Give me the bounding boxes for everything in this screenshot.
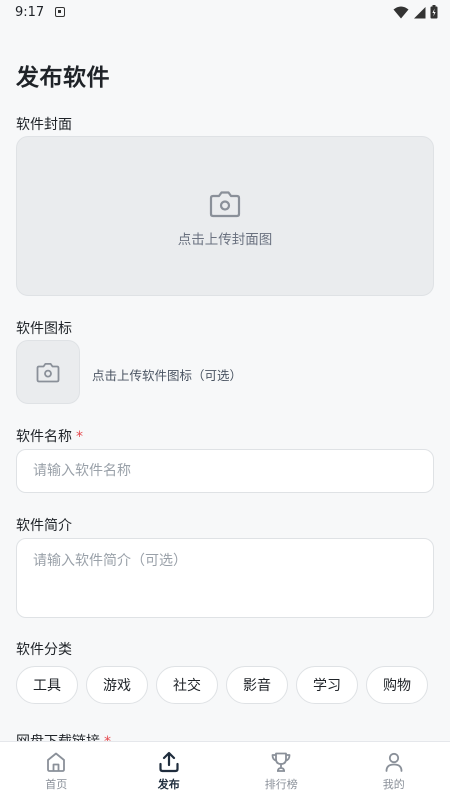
wifi-icon: [393, 6, 409, 18]
trophy-icon: [271, 752, 291, 772]
icon-upload-hint: 点击上传软件图标（可选）: [92, 368, 243, 383]
name-label-text: 软件名称: [16, 429, 72, 445]
category-chips: 工具 游戏 社交 影音 学习 购物: [16, 666, 428, 704]
category-chip-shopping[interactable]: 购物: [366, 666, 428, 704]
nav-label-publish: 发布: [157, 778, 180, 791]
status-icons: [393, 5, 438, 19]
nav-item-profile[interactable]: 我的: [338, 742, 450, 801]
nav-item-home[interactable]: 首页: [0, 742, 113, 801]
camera-icon: [36, 362, 60, 382]
intro-textarea[interactable]: 请输入软件简介（可选）: [16, 538, 434, 618]
status-time: 9:17: [15, 5, 45, 20]
nav-label-home: 首页: [45, 778, 68, 791]
bottom-nav: 首页 发布 排行榜 我的: [0, 741, 450, 801]
signal-icon: [414, 6, 426, 18]
icon-label: 软件图标: [16, 321, 72, 337]
name-input-placeholder: 请输入软件名称: [33, 463, 131, 479]
category-chip-games[interactable]: 游戏: [86, 666, 148, 704]
name-label: 软件名称 *: [16, 426, 83, 446]
category-chip-social[interactable]: 社交: [156, 666, 218, 704]
notification-icon: [55, 7, 65, 17]
status-bar: 9:17: [0, 0, 450, 26]
cover-upload-hint: 点击上传封面图: [177, 232, 273, 248]
category-chip-tools[interactable]: 工具: [16, 666, 78, 704]
intro-input-placeholder: 请输入软件简介（可选）: [33, 553, 187, 569]
intro-label: 软件简介: [16, 518, 72, 534]
icon-upload-area[interactable]: [16, 340, 80, 404]
camera-icon: [209, 191, 241, 218]
nav-label-profile: 我的: [382, 778, 405, 791]
cover-upload-area[interactable]: 点击上传封面图: [16, 136, 434, 296]
required-mark: *: [76, 429, 83, 445]
home-icon: [47, 752, 66, 772]
nav-item-publish[interactable]: 发布: [113, 742, 226, 801]
upload-icon: [159, 751, 179, 773]
category-label: 软件分类: [16, 642, 72, 658]
category-chip-media[interactable]: 影音: [226, 666, 288, 704]
page-title: 发布软件: [16, 65, 110, 91]
battery-icon: [430, 5, 438, 19]
user-icon: [385, 752, 403, 772]
nav-item-ranking[interactable]: 排行榜: [225, 742, 338, 801]
publish-screen: 9:17 发布软件 软件封面 点击上传封面图 软件图标 点击上传软件图标（可选）…: [0, 0, 450, 801]
name-input[interactable]: 请输入软件名称: [16, 449, 434, 493]
nav-label-ranking: 排行榜: [264, 778, 298, 791]
cover-label: 软件封面: [16, 117, 72, 133]
category-chip-study[interactable]: 学习: [296, 666, 358, 704]
